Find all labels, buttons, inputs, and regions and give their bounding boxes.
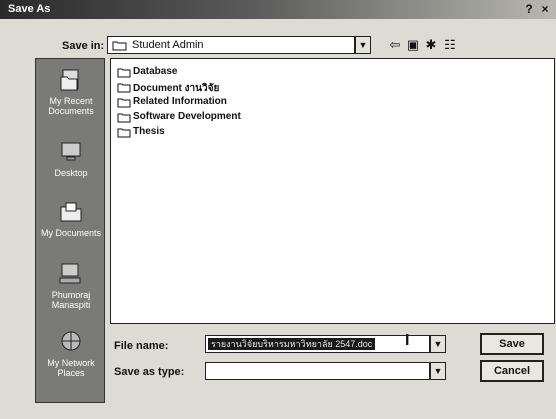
my-computer-icon — [59, 263, 81, 284]
text-cursor-icon: I — [405, 332, 410, 349]
save-button[interactable]: Save — [480, 333, 544, 355]
chevron-down-icon: ▼ — [358, 40, 368, 50]
views-menu-icon[interactable]: ☷ — [441, 36, 459, 54]
file-name-value: รายงานวิจัยบริหารมหาวิทยาลัย 2547.doc — [208, 338, 376, 350]
save-in-label: Save in: — [62, 40, 105, 52]
close-button[interactable]: × — [538, 2, 552, 16]
save-as-type-dropdown-button[interactable]: ▼ — [430, 362, 446, 380]
desktop-icon — [61, 142, 81, 161]
new-folder-icon[interactable]: ✱ — [422, 36, 440, 54]
place-my-network-places[interactable]: My Network Places — [36, 329, 106, 378]
save-in-value: Student Admin — [132, 39, 204, 51]
chevron-down-icon: ▼ — [433, 366, 443, 376]
folder-icon — [117, 113, 131, 123]
place-label: My Documents — [40, 228, 102, 238]
chevron-down-icon: ▼ — [433, 339, 443, 349]
file-name-label: Thesis — [133, 126, 165, 137]
place-label: Phumoraj Manaspiti — [51, 290, 91, 310]
my-documents-icon — [60, 202, 82, 222]
save-as-dialog: Save As ? × Save in: Student Admin ▼ ⇦ ▣… — [0, 0, 556, 419]
folder-icon — [117, 83, 131, 93]
save-in-dropdown[interactable]: Student Admin — [107, 36, 355, 54]
title-bar: Save As ? × — [0, 0, 556, 19]
folder-icon — [117, 68, 131, 78]
folder-icon — [117, 128, 131, 138]
help-button[interactable]: ? — [522, 2, 536, 16]
save-in-dropdown-button[interactable]: ▼ — [355, 36, 371, 54]
file-name-label: Document งานวิจัย — [133, 83, 220, 94]
up-folder-icon[interactable]: ▣ — [404, 36, 422, 54]
file-name-dropdown-button[interactable]: ▼ — [430, 335, 446, 353]
save-as-type-label: Save as type: — [114, 366, 185, 378]
places-bar: My Recent Documents Desktop My Documents… — [35, 58, 105, 403]
file-name-input[interactable]: รายงานวิจัยบริหารมหาวิทยาลัย 2547.doc — [205, 335, 430, 353]
place-label: My Recent Documents — [48, 96, 94, 116]
file-name-label: Software Development — [133, 111, 241, 122]
cancel-button[interactable]: Cancel — [480, 360, 544, 382]
back-icon[interactable]: ⇦ — [386, 36, 404, 54]
network-places-icon — [61, 331, 81, 351]
folder-icon — [112, 41, 127, 51]
place-my-computer[interactable]: Phumoraj Manaspiti — [36, 261, 106, 310]
folder-icon — [117, 98, 131, 108]
place-label: Desktop — [54, 168, 88, 178]
place-my-recent-documents[interactable]: My Recent Documents — [36, 67, 106, 116]
place-label: My Network Places — [47, 358, 95, 378]
file-name-label: File name: — [114, 340, 169, 352]
place-my-documents[interactable]: My Documents — [36, 199, 106, 238]
file-name-label: Database — [133, 66, 178, 77]
dialog-title: Save As — [8, 3, 51, 15]
place-desktop[interactable]: Desktop — [36, 139, 106, 178]
file-name-label: Related Information — [133, 96, 227, 107]
recent-documents-icon — [60, 69, 79, 91]
file-list[interactable]: Database Document งานวิจัย Related Infor… — [110, 58, 555, 324]
save-as-type-dropdown[interactable] — [205, 362, 430, 380]
